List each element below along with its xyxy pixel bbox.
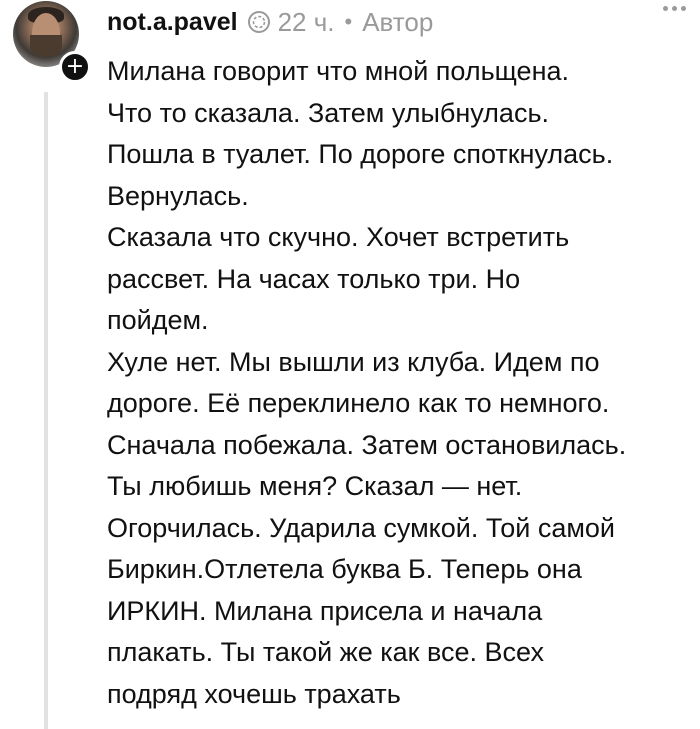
comment-line: дороге. Её переклинело как то немного.: [107, 388, 610, 418]
comment-line: Хуле нет. Мы вышли из клуба. Идем по: [107, 346, 600, 377]
comment-time: 22 ч.: [277, 6, 335, 37]
more-dot: [681, 6, 686, 11]
author-badge: Автор: [362, 6, 434, 37]
more-dots-icon[interactable]: [663, 6, 686, 11]
comment-line: Сказала что скучно. Хочет встретить: [107, 222, 570, 252]
comment-line: Пошла в туалет. По дороге споткнулась.: [107, 139, 614, 169]
comment-text: Милана говорит что мной польщена. Что то…: [107, 51, 697, 715]
thread-line: [44, 92, 48, 729]
comment-line: Что то сказала. Затем улыбнулась.: [107, 97, 550, 128]
comment-line: Вернулась.: [107, 180, 249, 211]
author-username[interactable]: not.a.pavel: [107, 8, 238, 37]
comment-meta: 22 ч. • Автор: [246, 6, 434, 38]
avatar-beard: [30, 35, 62, 57]
more-dot: [663, 6, 668, 11]
comment-line: Сначала побежала. Затем остановилась.: [107, 429, 627, 460]
comment-line: Огорчилась. Ударила сумкой. Той самой: [107, 512, 616, 543]
comment-header: not.a.pavel 22 ч. • Автор: [107, 2, 433, 42]
comment-line: подряд хочешь трахать: [107, 678, 401, 709]
comment-line: Милана говорит что мной польщена.: [107, 56, 570, 86]
comment-line: Биркин.Отлетела буква Б. Теперь она: [107, 554, 582, 584]
separator-dot: •: [344, 9, 353, 34]
comment-line: рассвет. На часах только три. Но: [107, 263, 521, 294]
comment-line: ИРКИН. Милана присела и начала: [107, 595, 543, 626]
comment-line: пойдем.: [107, 305, 209, 335]
comment-line: Ты любишь меня? Сказал — нет.: [107, 471, 523, 501]
ring-icon: [246, 9, 272, 35]
more-dot: [672, 6, 677, 11]
comment-line: плакать. Ты такой же как все. Всех: [107, 637, 544, 667]
follow-plus-icon[interactable]: +: [59, 51, 91, 83]
